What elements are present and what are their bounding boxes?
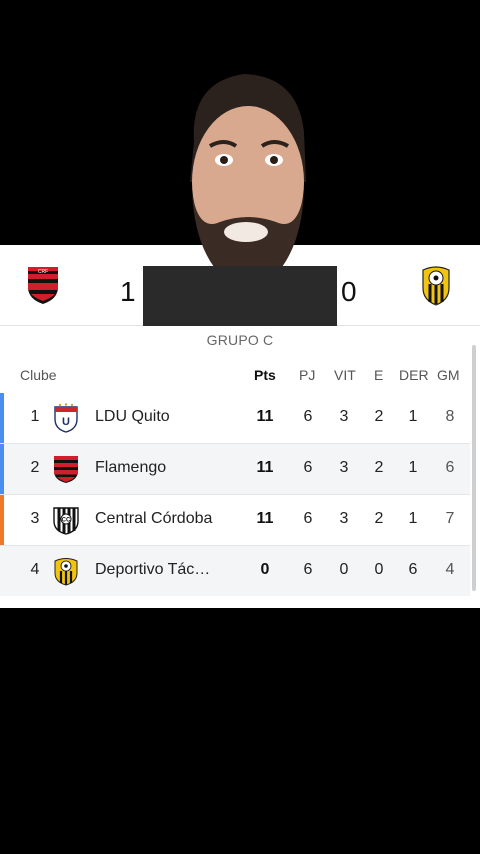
qualification-indicator [0, 444, 4, 494]
table-scrollbar[interactable] [472, 345, 476, 591]
row-goals-for: 4 [445, 561, 455, 578]
row-position: 2 [30, 459, 40, 476]
row-points: 0 [260, 561, 270, 578]
row-played: 6 [303, 459, 313, 476]
row-points: 11 [256, 510, 274, 527]
row-losses: 1 [408, 459, 418, 476]
row-losses: 1 [408, 408, 418, 425]
row-draws: 2 [374, 408, 384, 425]
table-row[interactable]: 1 U LDU Quito 11 6 3 2 1 8 [0, 393, 470, 444]
row-wins: 3 [339, 510, 349, 527]
away-score: 0 [341, 276, 357, 307]
row-draws: 2 [374, 459, 384, 476]
row-wins: 0 [339, 561, 349, 578]
row-team-name: Deportivo Tác… [95, 561, 211, 578]
flamengo-crest-icon: CRF [28, 267, 58, 304]
presenter-shirt [143, 266, 337, 330]
row-position: 1 [30, 408, 40, 425]
flamengo-crest-icon [54, 456, 78, 483]
header-der[interactable]: DER [399, 367, 429, 383]
table-row[interactable]: 4 Deportivo Tác… 0 6 0 0 6 4 [0, 546, 470, 596]
header-vit[interactable]: VIT [334, 367, 356, 383]
row-losses: 1 [408, 510, 418, 527]
header-club[interactable]: Clube [20, 367, 57, 383]
header-pj[interactable]: PJ [299, 367, 315, 383]
row-losses: 6 [408, 561, 418, 578]
row-goals-for: 6 [445, 459, 455, 476]
group-label: GRUPO C [206, 332, 274, 348]
row-draws: 0 [374, 561, 384, 578]
row-played: 6 [303, 510, 313, 527]
header-gm[interactable]: GM [437, 367, 460, 383]
central-cordoba-crest-icon: CC [53, 507, 79, 535]
deportivo-tachira-crest-icon [422, 266, 450, 306]
row-team-name: LDU Quito [95, 408, 170, 425]
row-points: 11 [256, 408, 274, 425]
row-wins: 3 [339, 408, 349, 425]
row-played: 6 [303, 561, 313, 578]
table-row[interactable]: 3 CC Central Córdoba 11 6 3 2 1 7 [0, 495, 470, 546]
svg-text:CC: CC [62, 518, 71, 524]
row-points: 11 [256, 459, 274, 476]
row-team-name: Central Córdoba [95, 510, 213, 527]
row-draws: 2 [374, 510, 384, 527]
sudamericana-indicator [0, 495, 4, 545]
row-position: 4 [30, 561, 40, 578]
row-position: 3 [30, 510, 40, 527]
row-played: 6 [303, 408, 313, 425]
row-wins: 3 [339, 459, 349, 476]
row-team-name: Flamengo [95, 459, 167, 476]
row-goals-for: 8 [445, 408, 455, 425]
row-goals-for: 7 [445, 510, 455, 527]
ldu-crest-icon: U [54, 403, 78, 433]
svg-text:U: U [62, 416, 70, 428]
svg-text:CRF: CRF [38, 269, 48, 275]
table-row[interactable]: 2 Flamengo 11 6 3 2 1 6 [0, 444, 470, 495]
qualification-indicator [0, 393, 4, 443]
home-score: 1 [120, 276, 136, 307]
deportivo-tachira-crest-icon [54, 558, 78, 586]
header-pts[interactable]: Pts [254, 367, 276, 383]
header-e[interactable]: E [374, 367, 383, 383]
